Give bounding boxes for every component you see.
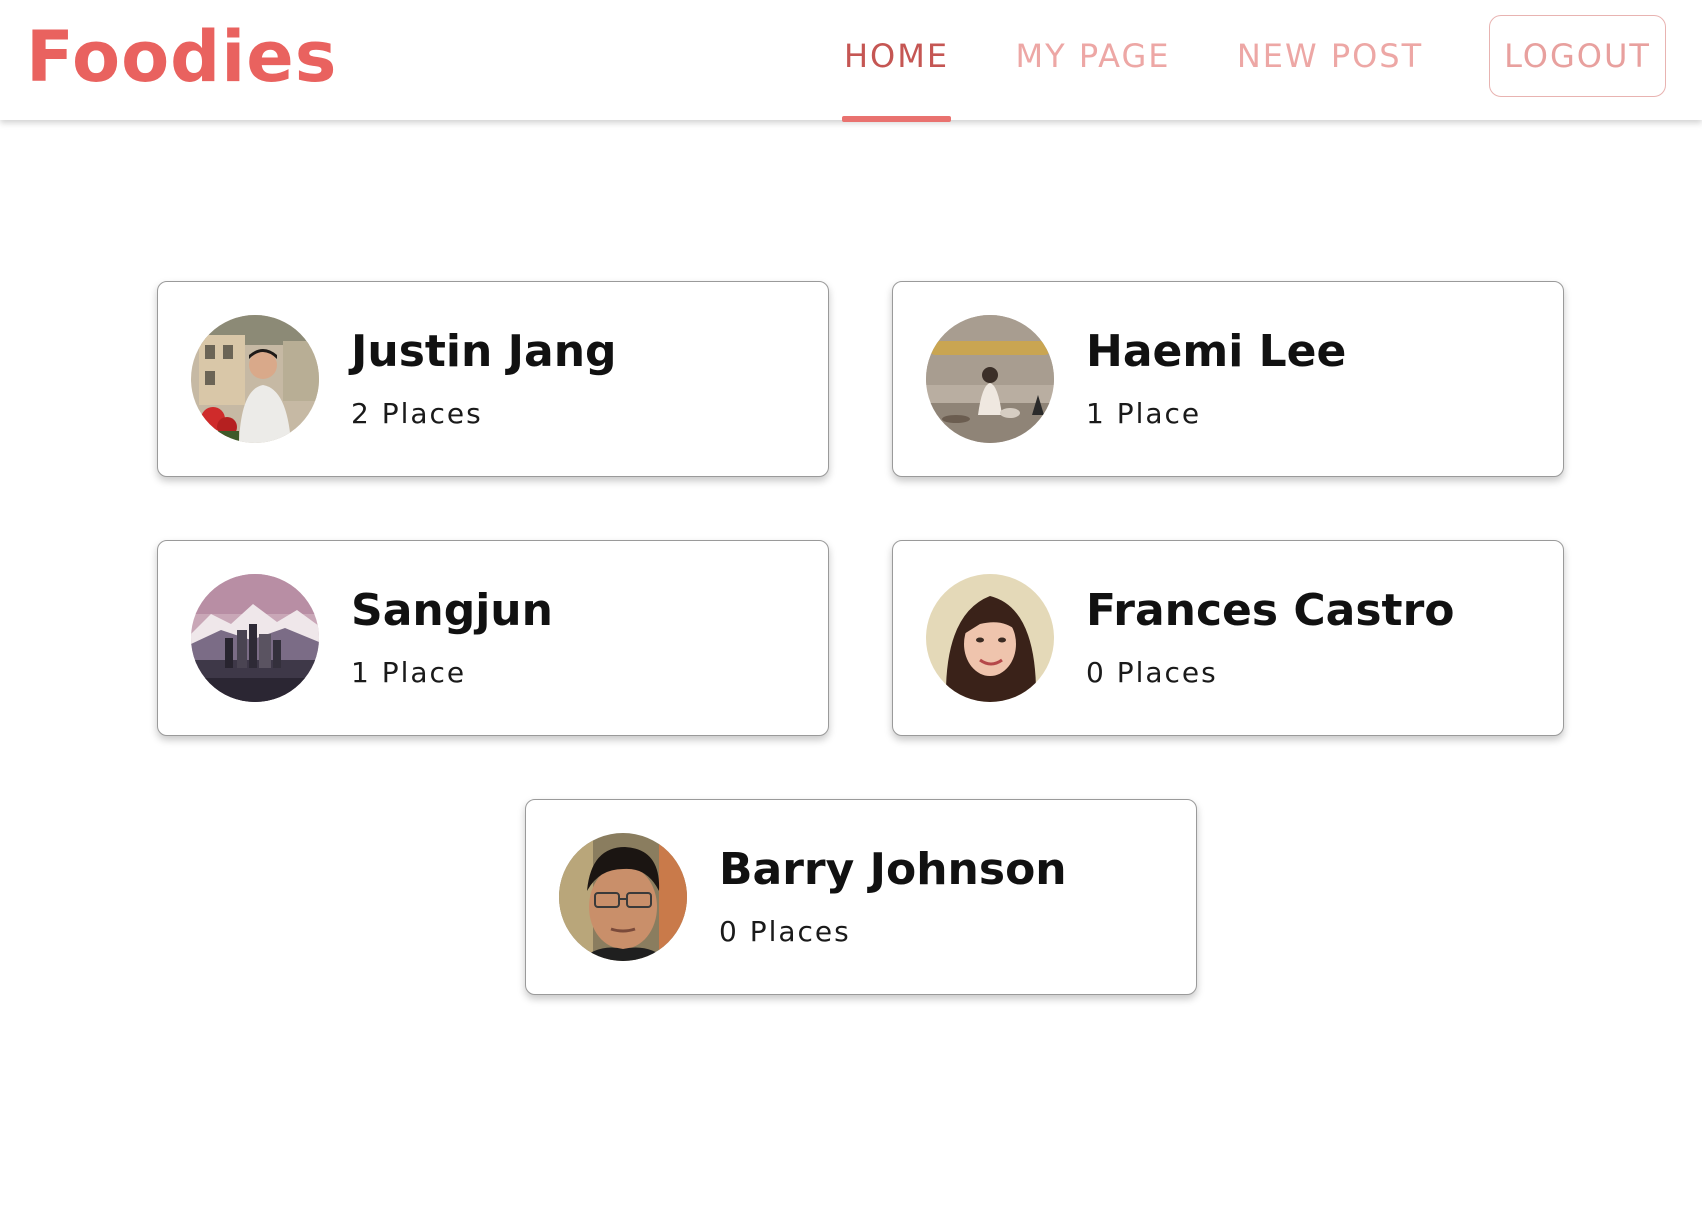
avatar-photo-icon (926, 315, 1054, 443)
app-logo[interactable]: Foodies (26, 14, 337, 100)
avatar-photo-icon (926, 574, 1054, 702)
user-avatar[interactable] (191, 315, 319, 443)
user-card[interactable]: Barry Johnson 0 Places (525, 799, 1197, 995)
nav-my-page[interactable]: MY PAGE (1014, 34, 1172, 78)
avatar-photo-icon (559, 833, 687, 961)
user-place-count: 0 Places (719, 915, 851, 948)
logout-button[interactable]: LOGOUT (1489, 15, 1666, 97)
user-avatar[interactable] (191, 574, 319, 702)
user-card[interactable]: Sangjun 1 Place (157, 540, 829, 736)
user-place-count: 2 Places (351, 397, 483, 430)
user-place-count: 1 Place (1086, 397, 1202, 430)
avatar-photo-icon (191, 574, 319, 702)
user-avatar[interactable] (559, 833, 687, 961)
user-place-count: 0 Places (1086, 656, 1218, 689)
user-name[interactable]: Frances Castro (1086, 583, 1455, 639)
user-card[interactable]: Justin Jang 2 Places (157, 281, 829, 477)
user-place-count: 1 Place (351, 656, 467, 689)
user-avatar[interactable] (926, 574, 1054, 702)
user-card[interactable]: Haemi Lee 1 Place (892, 281, 1564, 477)
user-avatar[interactable] (926, 315, 1054, 443)
user-name[interactable]: Haemi Lee (1086, 324, 1346, 380)
nav-home[interactable]: HOME (842, 34, 951, 78)
user-name[interactable]: Barry Johnson (719, 842, 1067, 898)
top-navbar: Foodies HOME MY PAGE NEW POST LOGOUT (0, 0, 1702, 122)
user-card[interactable]: Frances Castro 0 Places (892, 540, 1564, 736)
avatar-photo-icon (191, 315, 319, 443)
user-name[interactable]: Sangjun (351, 583, 553, 639)
nav-active-indicator (842, 116, 951, 122)
user-name[interactable]: Justin Jang (351, 324, 617, 380)
nav-new-post[interactable]: NEW POST (1236, 34, 1424, 78)
